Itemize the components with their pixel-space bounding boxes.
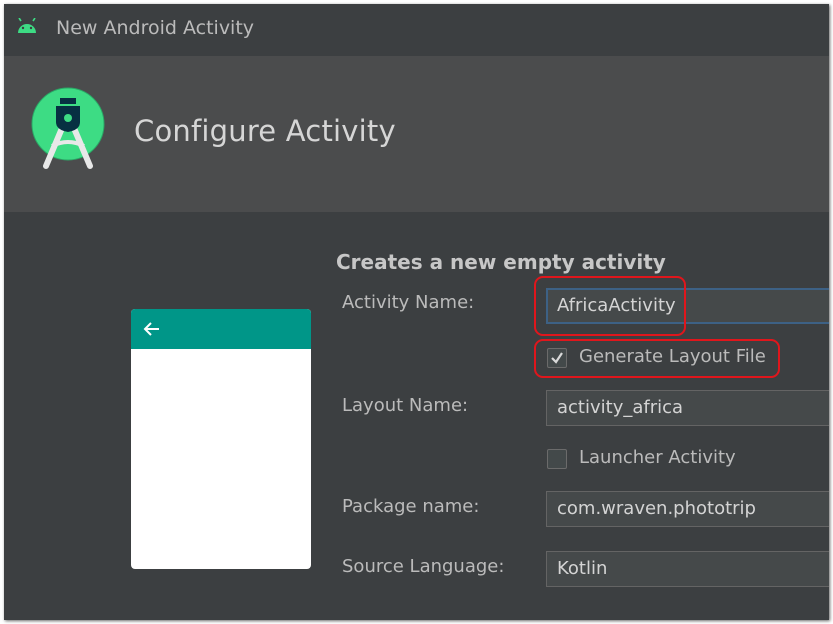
android-droid-icon (18, 18, 36, 33)
arrow-left-icon (143, 322, 159, 336)
source-language-select[interactable]: Kotlin (546, 551, 829, 587)
dialog-content: Creates a new empty activity Activity Na… (4, 212, 829, 620)
layout-name-label: Layout Name: (342, 395, 469, 416)
activity-preview (131, 309, 311, 569)
layout-name-field[interactable]: activity_africa (546, 390, 829, 426)
page-title: Configure Activity (134, 114, 396, 148)
title-bar[interactable]: New Android Activity (4, 4, 829, 54)
package-name-field[interactable]: com.wraven.phototrip (546, 491, 829, 527)
generate-layout-highlight (534, 339, 780, 378)
new-android-activity-dialog: New Android Activity Configure Activity … (4, 4, 829, 620)
activity-name-highlight (534, 276, 686, 336)
activity-name-label: Activity Name: (342, 292, 475, 313)
android-studio-logo-icon (31, 87, 105, 169)
launcher-activity-label: Launcher Activity (579, 447, 736, 468)
package-name-label: Package name: (342, 496, 480, 517)
source-language-label: Source Language: (342, 556, 505, 577)
launcher-activity-checkbox[interactable] (547, 449, 567, 469)
window-title: New Android Activity (56, 17, 255, 39)
header-banner: Configure Activity (4, 56, 829, 212)
preview-app-bar (131, 309, 311, 349)
activity-description: Creates a new empty activity (336, 250, 666, 274)
